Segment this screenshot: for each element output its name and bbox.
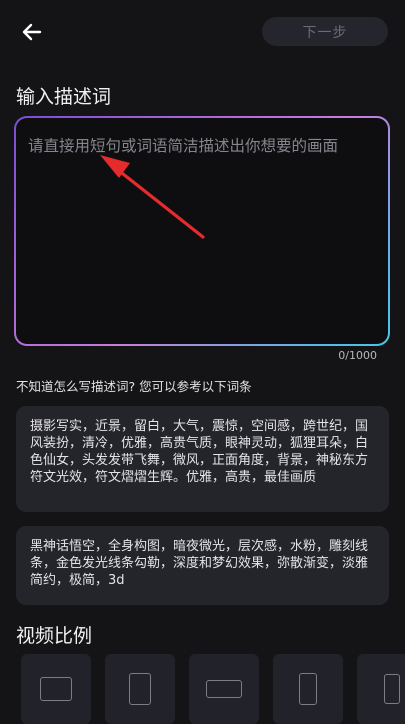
landscape-frame-icon [40, 677, 72, 701]
next-step-button[interactable]: 下一步 [262, 17, 388, 46]
ratio-option-landscape[interactable] [21, 654, 91, 724]
ratio-section-title: 视频比例 [16, 625, 93, 647]
top-bar: 下一步 [0, 0, 405, 64]
portrait-frame-icon [129, 673, 151, 705]
wide-frame-icon [206, 680, 242, 698]
prompt-input[interactable] [28, 134, 376, 328]
ratio-option-tall[interactable] [273, 654, 343, 724]
reference-hint: 不知道怎么写描述词? 您可以参考以下词条 [16, 379, 252, 394]
ratio-option-wide[interactable] [189, 654, 259, 724]
prompt-input-container [16, 118, 388, 344]
character-counter: 0/1000 [338, 349, 377, 362]
reference-item[interactable]: 摄影写实，近景，留白，大气，震惊，空间感，跨世纪，国风装扮，清冷，优雅，高贵气质… [16, 406, 389, 512]
arrow-left-icon [22, 23, 42, 41]
tall-frame-icon [299, 673, 317, 705]
prompt-section-title: 输入描述词 [16, 86, 112, 108]
reference-item[interactable]: 黑神话悟空，全身构图，暗夜微光，层次感，水粉，雕刻线条，金色发光线条勾勒，深度和… [16, 526, 389, 605]
ratio-option-portrait[interactable] [105, 654, 175, 724]
ratio-options [21, 654, 405, 724]
ratio-option-vertical[interactable] [357, 654, 405, 724]
vertical-frame-icon [384, 674, 400, 704]
back-button[interactable] [14, 14, 50, 50]
prompt-input-frame [14, 116, 390, 346]
